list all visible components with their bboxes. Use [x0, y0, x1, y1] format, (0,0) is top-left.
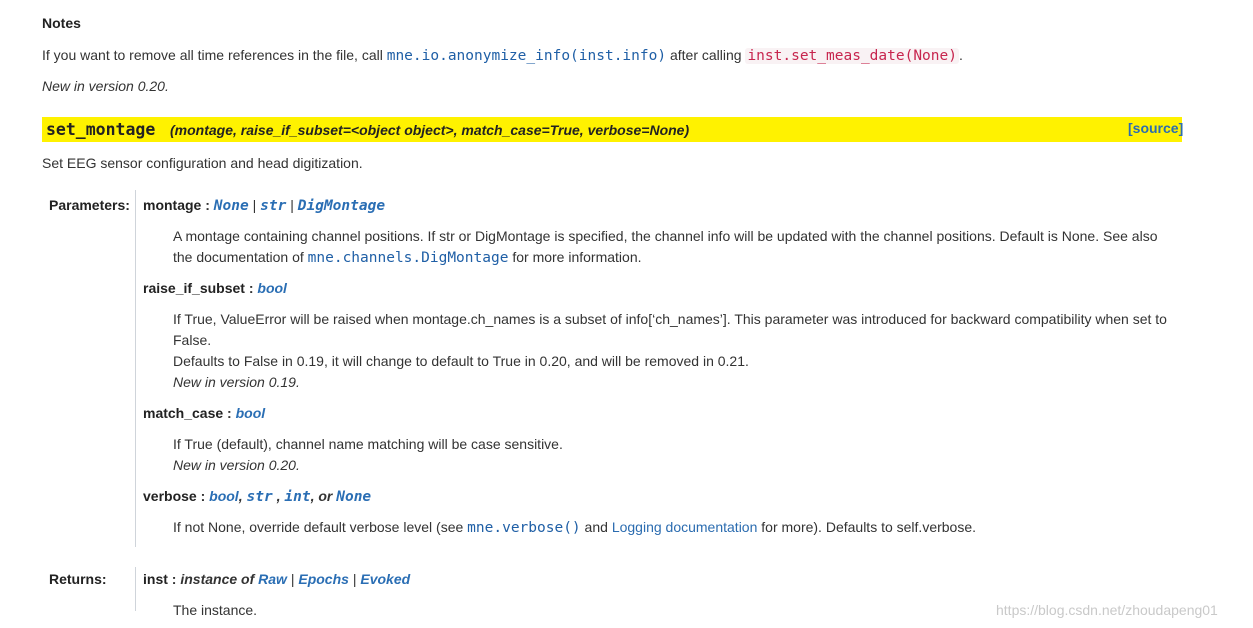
notes-heading: Notes [42, 15, 81, 31]
type-none-link[interactable]: None [336, 489, 371, 505]
return-instance-of: instance of [180, 571, 255, 587]
param-verbose: verbose : bool, str , int, or None [143, 486, 371, 507]
type-separator: | [252, 197, 261, 213]
param-raise-version: New in version 0.19. [173, 374, 300, 390]
parameters-divider [135, 190, 136, 547]
type-epochs-link[interactable]: Epochs [298, 571, 349, 587]
param-name: verbose [143, 488, 197, 504]
type-or: , or [310, 488, 337, 504]
type-str-link[interactable]: str [260, 198, 286, 214]
type-evoked-link[interactable]: Evoked [360, 571, 410, 587]
notes-text-pre: If you want to remove all time reference… [42, 47, 387, 63]
notes-version: New in version 0.20. [42, 78, 169, 94]
param-sep: : [244, 280, 258, 296]
set-meas-date-code: inst.set_meas_date(None) [745, 48, 959, 64]
type-raw-link[interactable]: Raw [258, 571, 287, 587]
digmontage-doc-link[interactable]: mne.channels.DigMontage [308, 250, 509, 266]
param-match-desc: If True (default), channel name matching… [173, 436, 563, 452]
param-match-case: match_case : bool [143, 403, 265, 423]
source-link[interactable]: [source] [1128, 118, 1183, 138]
returns-signature: inst : instance of Raw | Epochs | Evoked [143, 569, 410, 589]
param-sep: : [201, 197, 214, 213]
method-params: (montage, raise_if_subset=<object object… [170, 122, 690, 138]
param-raise-desc1: If True, ValueError will be raised when … [173, 311, 1167, 327]
return-sep: : [167, 571, 181, 587]
param-name: raise_if_subset [143, 280, 245, 296]
desc-text: for more). Defaults to self.verbose. [757, 519, 977, 535]
desc-text: and [580, 519, 612, 535]
returns-label: Returns: [49, 571, 107, 587]
param-raise-if-subset: raise_if_subset : bool [143, 278, 287, 298]
logging-doc-link[interactable]: Logging documentation [612, 519, 758, 535]
type-bool-link[interactable]: bool [209, 488, 239, 504]
param-montage-desc2: the documentation of mne.channels.DigMon… [173, 247, 642, 268]
notes-text-mid: after calling [666, 47, 746, 63]
param-name: montage [143, 197, 202, 213]
param-raise-desc2: False. [173, 332, 212, 348]
type-bool-link[interactable]: bool [236, 405, 266, 421]
anonymize-info-link[interactable]: mne.io.anonymize_info(inst.info) [387, 48, 666, 64]
param-raise-desc3: Defaults to False in 0.19, it will chang… [173, 353, 749, 369]
type-separator: | [290, 197, 298, 213]
type-int-link[interactable]: int [284, 489, 310, 505]
type-digmontage-link[interactable]: DigMontage [298, 198, 385, 214]
param-sep: : [196, 488, 210, 504]
watermark: https://blog.csdn.net/zhoudapeng01 [996, 602, 1218, 618]
param-montage-desc1: A montage containing channel positions. … [173, 228, 1158, 244]
parameters-label: Parameters: [49, 197, 130, 213]
desc-text: the documentation of [173, 249, 308, 265]
return-name: inst [143, 571, 168, 587]
returns-desc: The instance. [173, 602, 258, 618]
method-description: Set EEG sensor configuration and head di… [42, 155, 363, 171]
returns-divider [135, 567, 136, 611]
desc-text: for more information. [508, 249, 642, 265]
method-name[interactable]: set_montage [46, 118, 155, 142]
mne-verbose-link[interactable]: mne.verbose() [467, 520, 581, 536]
param-match-version: New in version 0.20. [173, 457, 300, 473]
param-verbose-desc: If not None, override default verbose le… [173, 517, 976, 538]
type-bool-link[interactable]: bool [257, 280, 287, 296]
param-montage: montage : None | str | DigMontage [143, 195, 385, 216]
type-comma: , [272, 488, 285, 504]
desc-text: If not None, override default verbose le… [173, 519, 468, 535]
notes-line: If you want to remove all time reference… [42, 45, 963, 66]
type-str-link[interactable]: str [246, 489, 272, 505]
param-sep: : [223, 405, 236, 421]
notes-text-post: . [958, 47, 963, 63]
param-name: match_case [143, 405, 224, 421]
type-none-link[interactable]: None [214, 198, 249, 214]
